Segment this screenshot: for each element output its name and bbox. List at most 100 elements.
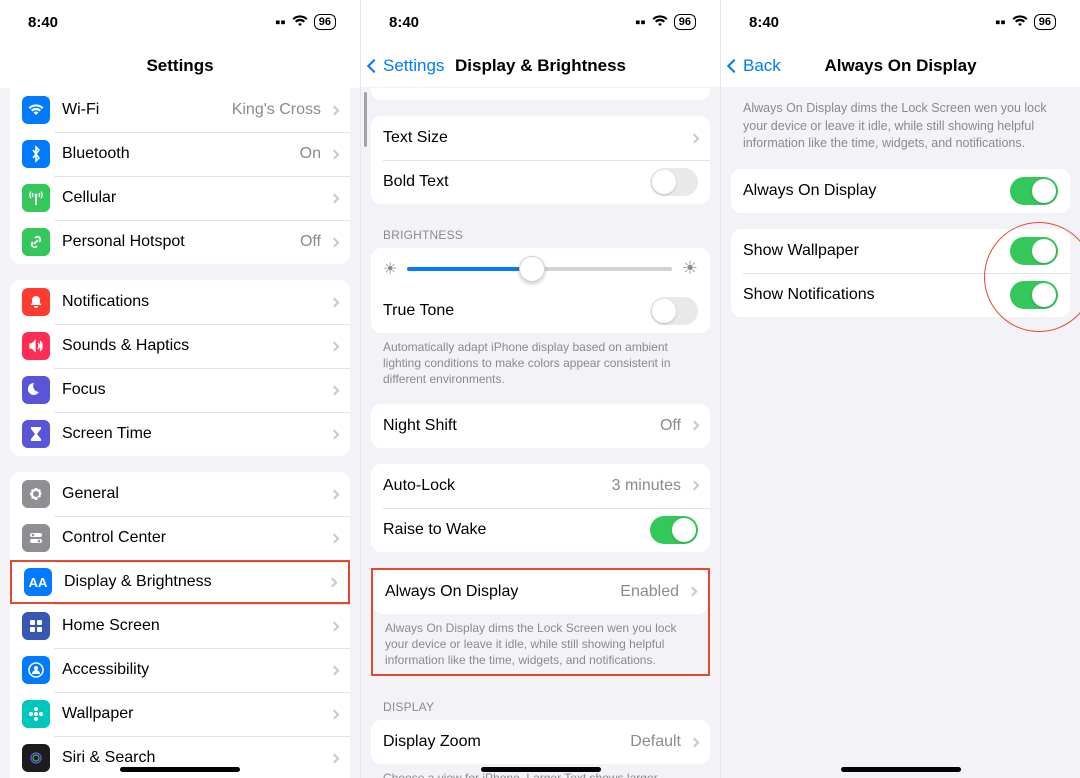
home-indicator[interactable] [841,767,961,772]
row-accessibility[interactable]: Accessibility [10,648,350,692]
status-time: 8:40 [389,14,419,31]
row-personal-hotspot[interactable]: Personal HotspotOff [10,220,350,264]
speaker-icon [22,332,50,360]
label: True Tone [383,302,650,320]
row-general[interactable]: General [10,472,350,516]
chevron-right-icon [330,237,340,247]
aod-intro: Always On Display dims the Lock Screen w… [721,88,1080,153]
status-time: 8:40 [749,14,779,31]
row-display-brightness[interactable]: AA Display & Brightness [10,560,350,604]
chevron-right-icon [690,737,700,747]
label: Display Zoom [383,733,630,751]
status-bar: 8:40 ▪▪ 96 [721,0,1080,44]
settings-list[interactable]: Wi-FiKing's CrossBluetoothOn Cellular Pers… [0,88,360,778]
label: Raise to Wake [383,521,650,539]
row-show-wallpaper[interactable]: Show Wallpaper [731,229,1070,273]
nav-header: Settings [0,44,360,88]
display-settings-list[interactable]: Text Size Bold Text BRIGHTNESS ☀︎ ☀︎ Tru… [361,88,720,778]
page-title: Always On Display [824,56,976,76]
wifi-icon [1012,14,1028,31]
row-sounds-haptics[interactable]: Sounds & Haptics [10,324,350,368]
value: Enabled [620,583,679,601]
value: King's Cross [232,101,321,119]
true-tone-toggle[interactable] [650,297,698,325]
row-aod-master[interactable]: Always On Display [731,169,1070,213]
value: Default [630,733,681,751]
back-button[interactable]: Back [729,56,781,76]
row-focus[interactable]: Focus [10,368,350,412]
chevron-right-icon [690,421,700,431]
wifi-icon [292,14,308,31]
row-bluetooth[interactable]: BluetoothOn [10,132,350,176]
bold-text-toggle[interactable] [650,168,698,196]
row-raise-to-wake[interactable]: Raise to Wake [371,508,710,552]
grid-icon [22,612,50,640]
aa-icon: AA [24,568,52,596]
siri-icon [22,744,50,772]
row-auto-lock[interactable]: Auto-Lock 3 minutes [371,464,710,508]
home-indicator[interactable] [481,767,601,772]
true-tone-footer: Automatically adapt iPhone display based… [361,333,720,388]
bell-icon [22,288,50,316]
aod-toggle[interactable] [1010,177,1058,205]
chevron-right-icon [330,709,340,719]
label: Wallpaper [62,705,325,723]
show-wallpaper-toggle[interactable] [1010,237,1058,265]
label: Show Notifications [743,286,1010,304]
brightness-low-icon: ☀︎ [383,259,397,279]
row-show-notifications[interactable]: Show Notifications [731,273,1070,317]
status-bar: 8:40 ▪▪ 96 [0,0,360,44]
bt-icon [22,140,50,168]
aod-footer: Always On Display dims the Lock Screen w… [373,614,708,669]
chevron-right-icon [330,341,340,351]
chevron-right-icon [690,133,700,143]
switches-icon [22,524,50,552]
brightness-slider[interactable] [407,267,672,271]
row-screen-time[interactable]: Screen Time [10,412,350,456]
back-label: Back [743,56,781,76]
page-title: Display & Brightness [455,56,626,76]
label: Accessibility [62,661,325,679]
chevron-right-icon [330,297,340,307]
screen-settings: 8:40 ▪▪ 96 Settings Wi-FiKing's CrossBlu… [0,0,360,778]
row-bold-text[interactable]: Bold Text [371,160,710,204]
label: Auto-Lock [383,477,612,495]
label: General [62,485,325,503]
row-display-zoom[interactable]: Display Zoom Default [371,720,710,764]
aod-settings-list[interactable]: Always On Display dims the Lock Screen w… [721,88,1080,778]
screen-always-on-display: 8:40 ▪▪ 96 Back Always On Display Always… [720,0,1080,778]
home-indicator[interactable] [120,767,240,772]
chevron-right-icon [328,577,338,587]
label: Always On Display [743,182,1010,200]
person-icon [22,656,50,684]
flower-icon [22,700,50,728]
label: Screen Time [62,425,325,443]
row-wallpaper[interactable]: Wallpaper [10,692,350,736]
show-notifications-toggle[interactable] [1010,281,1058,309]
status-time: 8:40 [28,14,58,31]
row-always-on-display[interactable]: Always On Display Enabled [373,570,708,614]
row-text-size[interactable]: Text Size [371,116,710,160]
row-notifications[interactable]: Notifications [10,280,350,324]
chevron-right-icon [330,489,340,499]
row-wi-fi[interactable]: Wi-FiKing's Cross [10,88,350,132]
row-cellular[interactable]: Cellular [10,176,350,220]
scroll-indicator[interactable] [364,92,367,147]
label: Sounds & Haptics [62,337,325,355]
battery-indicator: 96 [314,14,336,30]
battery-indicator: 96 [1034,14,1056,30]
label: Display & Brightness [64,573,323,591]
chevron-right-icon [330,385,340,395]
row-control-center[interactable]: Control Center [10,516,350,560]
label: Cellular [62,189,325,207]
wifi-icon [652,14,668,31]
brightness-high-icon: ☀︎ [682,258,698,279]
back-button[interactable]: Settings [369,56,444,76]
row-home-screen[interactable]: Home Screen [10,604,350,648]
row-true-tone[interactable]: True Tone [371,289,710,333]
chevron-right-icon [330,621,340,631]
page-title: Settings [146,56,213,76]
raise-to-wake-toggle[interactable] [650,516,698,544]
row-night-shift[interactable]: Night Shift Off [371,404,710,448]
moon-icon [22,376,50,404]
